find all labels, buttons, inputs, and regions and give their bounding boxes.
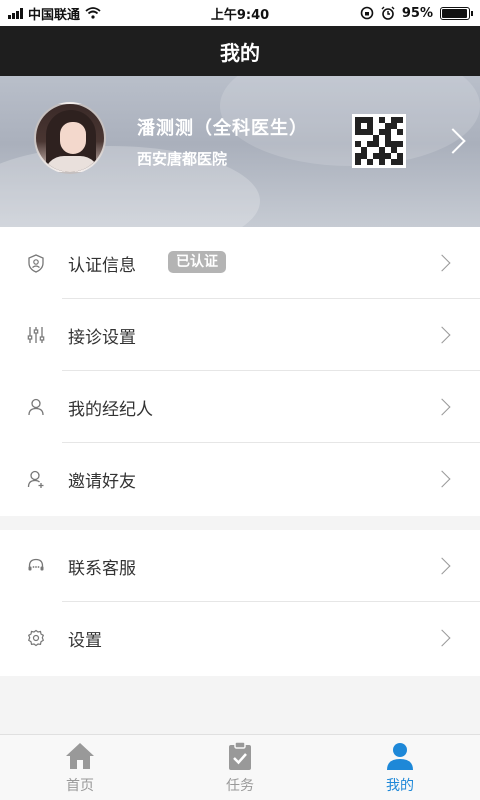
profile-card[interactable]: 潘测测（全科医生） 西安唐都医院	[0, 76, 480, 227]
tab-bar: 首页 任务 我的	[0, 734, 480, 800]
tab-home[interactable]: 首页	[0, 735, 160, 800]
person-icon	[26, 397, 46, 417]
qr-module	[397, 159, 403, 165]
gear-icon	[26, 628, 46, 648]
menu-item-certification[interactable]: 认证信息 已认证	[0, 227, 480, 299]
menu-item-customer-service[interactable]: 联系客服	[0, 530, 480, 602]
nav-bar: 我的	[0, 26, 480, 76]
menu-group-secondary: 联系客服 设置	[0, 530, 480, 676]
alarm-icon	[381, 6, 395, 20]
status-badge: 已认证	[168, 251, 226, 273]
tab-label: 我的	[386, 778, 414, 794]
headset-icon	[26, 556, 46, 576]
menu-item-invite-friends[interactable]: 邀请好友	[0, 443, 480, 515]
home-icon	[66, 743, 94, 769]
shield-person-icon	[26, 253, 46, 273]
status-right: 95%	[360, 5, 473, 21]
menu-label: 认证信息	[68, 255, 136, 276]
user-icon	[387, 743, 413, 770]
menu-label: 设置	[68, 630, 102, 651]
menu-item-settings[interactable]: 设置	[0, 602, 480, 674]
battery-icon	[440, 6, 473, 20]
chevron-right-icon	[433, 629, 451, 647]
page-title: 我的	[220, 40, 260, 65]
menu-label: 邀请好友	[68, 471, 136, 492]
chevron-right-icon	[433, 557, 451, 575]
tab-tasks[interactable]: 任务	[160, 735, 320, 800]
qr-code-pattern	[355, 117, 403, 165]
add-person-icon	[26, 469, 46, 489]
avatar[interactable]	[34, 102, 106, 174]
rotation-lock-icon	[360, 6, 374, 20]
chevron-right-icon	[433, 470, 451, 488]
chevron-right-icon	[433, 326, 451, 344]
hospital-name: 西安唐都医院	[137, 150, 228, 168]
tab-mine[interactable]: 我的	[320, 735, 480, 800]
doctor-name: 潘测测（全科医生）	[137, 118, 308, 139]
chevron-right-icon	[433, 254, 451, 272]
chevron-right-icon	[433, 398, 451, 416]
avatar-face	[60, 122, 86, 154]
sliders-icon	[26, 325, 46, 345]
clipboard-check-icon	[229, 741, 251, 770]
menu-item-consult-settings[interactable]: 接诊设置	[0, 299, 480, 371]
menu-label: 联系客服	[68, 558, 136, 579]
menu-group-primary: 认证信息 已认证 接诊设置 我的经纪人 邀请好友	[0, 227, 480, 516]
battery-label: 95%	[401, 5, 433, 21]
qr-code-icon[interactable]	[352, 114, 406, 168]
menu-label: 我的经纪人	[68, 399, 153, 420]
tab-label: 首页	[66, 778, 94, 794]
menu-item-my-agent[interactable]: 我的经纪人	[0, 371, 480, 443]
battery-fill	[442, 8, 467, 18]
tab-label: 任务	[226, 778, 254, 794]
menu-label: 接诊设置	[68, 327, 136, 348]
status-bar: 中国联通 上午9:40 95%	[0, 0, 480, 26]
